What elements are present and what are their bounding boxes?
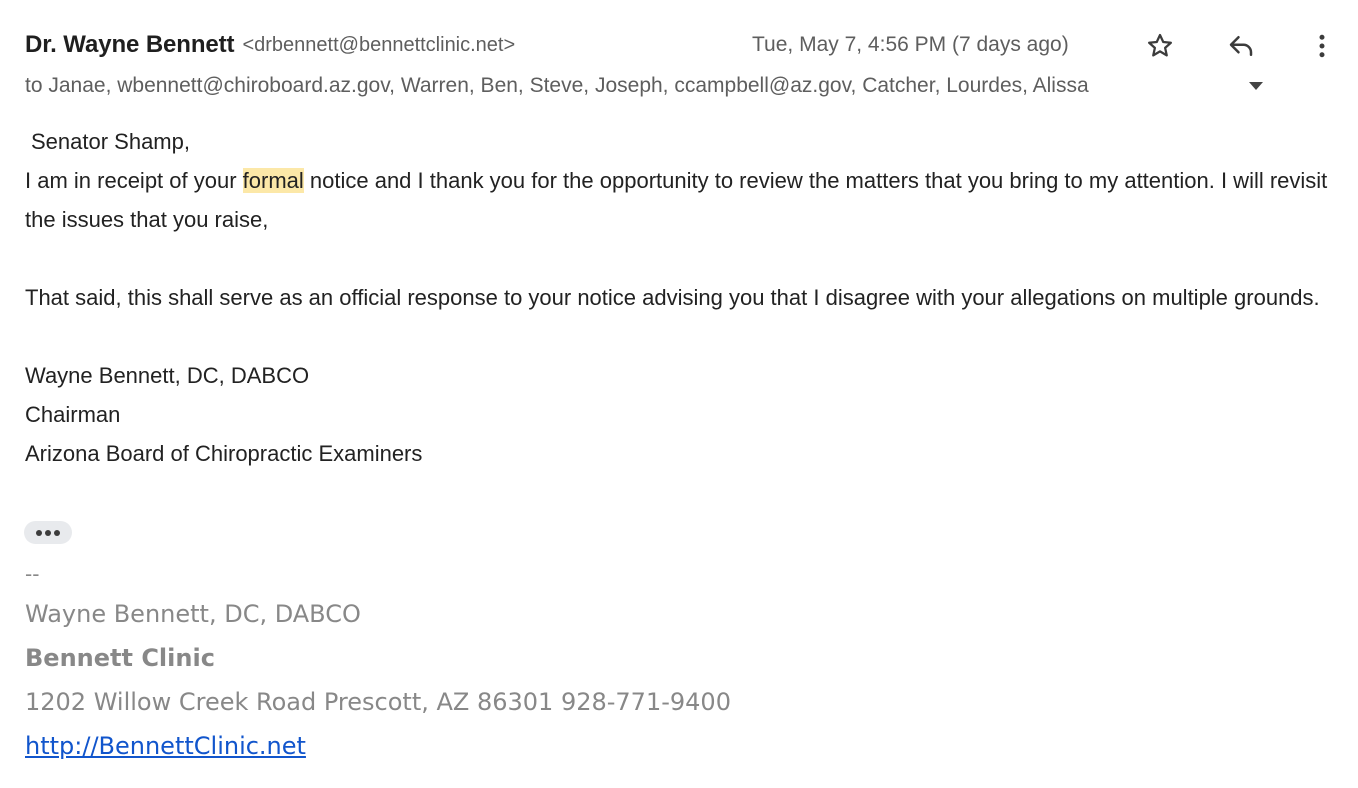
- clinic-name: Bennett Clinic: [25, 644, 215, 672]
- email-header: Dr. Wayne Bennett <drbennett@bennettclin…: [25, 28, 1345, 108]
- email-date[interactable]: Tue, May 7, 4:56 PM (7 days ago): [752, 28, 1069, 62]
- star-icon[interactable]: [1142, 28, 1178, 64]
- paragraph-2: That said, this shall serve as an offici…: [25, 285, 1320, 310]
- more-horiz-icon: [36, 529, 60, 536]
- more-vert-icon[interactable]: [1304, 28, 1340, 64]
- signature-organization: Arizona Board of Chiropractic Examiners: [25, 441, 423, 466]
- paragraph-1: I am in receipt of your formal notice an…: [25, 161, 1335, 239]
- clinic-website-link[interactable]: http://BennettClinic.net: [25, 732, 306, 760]
- paragraph-1-start: I am in receipt of your: [25, 168, 243, 193]
- salutation: Senator Shamp,: [31, 129, 190, 154]
- reply-icon[interactable]: [1223, 28, 1259, 64]
- expand-recipients-icon[interactable]: [1243, 73, 1269, 99]
- search-highlight: formal: [242, 168, 304, 193]
- show-trimmed-content-button[interactable]: [24, 521, 72, 544]
- email-signature: -- Wayne Bennett, DC, DABCO Bennett Clin…: [25, 556, 1025, 768]
- signature-name: Wayne Bennett, DC, DABCO: [25, 600, 361, 628]
- sender-name[interactable]: Dr. Wayne Bennett: [25, 31, 235, 59]
- signature-name: Wayne Bennett, DC, DABCO: [25, 363, 310, 388]
- clinic-address: 1202 Willow Creek Road Prescott, AZ 8630…: [25, 688, 731, 716]
- email-body: Senator Shamp, I am in receipt of your f…: [25, 122, 1335, 473]
- sender-line: Dr. Wayne Bennett <drbennett@bennettclin…: [25, 28, 515, 62]
- signature-separator: --: [25, 562, 40, 586]
- signature-title: Chairman: [25, 402, 121, 427]
- sender-email: <drbennett@bennettclinic.net>: [242, 33, 516, 56]
- recipients-line: to Janae, wbennett@chiroboard.az.gov, Wa…: [25, 71, 1269, 101]
- recipients-list[interactable]: to Janae, wbennett@chiroboard.az.gov, Wa…: [25, 74, 1237, 98]
